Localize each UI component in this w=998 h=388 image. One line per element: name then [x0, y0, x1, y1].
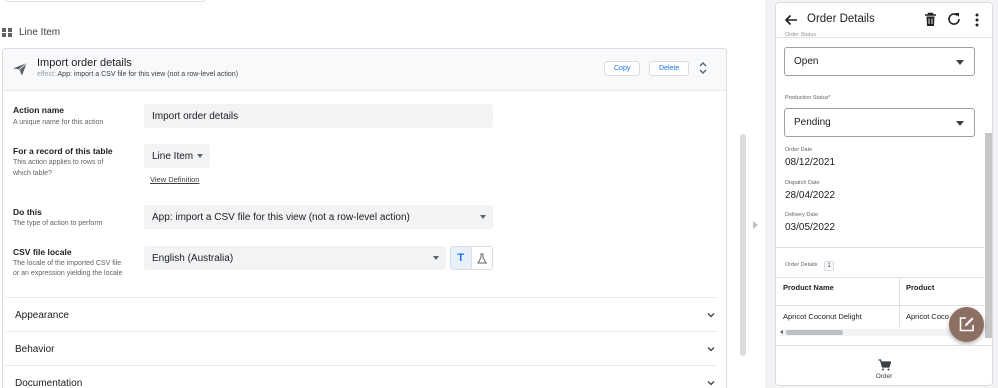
- panel-divider[interactable]: [748, 0, 765, 388]
- text-mode-button[interactable]: T: [451, 247, 472, 269]
- back-arrow-icon[interactable]: [784, 13, 798, 27]
- action-effect: effect: App: import a CSV file for this …: [37, 71, 238, 78]
- caret-down-icon: [956, 121, 964, 126]
- csv-locale-help-2: or an expression yielding the locale: [13, 270, 123, 277]
- effect-text: App: import a CSV file for this view (no…: [57, 71, 239, 78]
- section-divider: [776, 247, 984, 248]
- order-date-label: Order Date: [785, 147, 813, 153]
- column-separator: [899, 278, 900, 327]
- bottom-nav-order-label[interactable]: Order: [776, 373, 992, 380]
- action-editor: Line Item Import order details effect: A…: [0, 0, 748, 388]
- order-status-select[interactable]: Open: [784, 47, 975, 76]
- documentation-section[interactable]: Documentation: [5, 365, 717, 388]
- record-table-label: For a record of this table: [13, 146, 113, 156]
- chevron-down-icon: [707, 313, 715, 318]
- production-status-select[interactable]: Pending: [784, 108, 975, 137]
- delivery-date-value: 03/05/2022: [785, 222, 836, 233]
- production-status-label: Production Status*: [785, 95, 831, 101]
- trash-icon[interactable]: [924, 12, 937, 27]
- effect-label: effect:: [37, 71, 56, 78]
- table-top-divider: [776, 277, 984, 278]
- caret-down-icon: [956, 60, 964, 65]
- preview-scrollbar[interactable]: [985, 133, 992, 338]
- cart-icon[interactable]: [878, 359, 891, 371]
- production-status-value: Pending: [794, 117, 831, 128]
- action-title: Import order details: [37, 57, 132, 69]
- top-card-edge: [4, 0, 206, 2]
- view-definition-link[interactable]: View Definition: [150, 175, 199, 184]
- section-header: Line Item: [2, 27, 60, 38]
- edit-fab-button[interactable]: [949, 307, 984, 342]
- order-status-label: Order Status: [785, 32, 817, 38]
- do-this-help: The type of action to perform: [13, 220, 103, 227]
- caret-down-icon: [197, 154, 203, 158]
- flask-icon: [476, 253, 487, 263]
- expression-mode-button[interactable]: [471, 247, 492, 269]
- do-this-select[interactable]: App: import a CSV file for this view (no…: [144, 205, 493, 229]
- table-scroll-thumb[interactable]: [786, 330, 843, 335]
- action-card: Import order details effect: App: import…: [2, 48, 727, 388]
- scroll-left-icon[interactable]: [780, 330, 783, 334]
- dispatch-date-value: 28/04/2022: [785, 190, 836, 201]
- copy-button[interactable]: Copy: [604, 61, 641, 76]
- order-details-count: 1: [824, 261, 834, 271]
- more-vert-icon[interactable]: [975, 13, 979, 27]
- delete-button[interactable]: Delete: [649, 61, 690, 76]
- app-preview: Order Details Order Status Open Producti…: [775, 2, 993, 386]
- preview-title: Order Details: [807, 13, 875, 25]
- behavior-section[interactable]: Behavior: [5, 331, 717, 365]
- documentation-label: Documentation: [15, 378, 83, 388]
- action-name-help: A unique name for this action: [13, 119, 104, 126]
- chevron-down-icon: [707, 381, 715, 386]
- table-cell[interactable]: Apricot Coco: [906, 312, 949, 321]
- appearance-label: Appearance: [15, 310, 69, 321]
- record-table-help-1: This action applies to rows of: [13, 159, 104, 166]
- caret-down-icon: [480, 215, 486, 219]
- csv-locale-select[interactable]: English (Australia): [144, 246, 446, 270]
- order-status-value: Open: [794, 56, 819, 67]
- record-table-value: Line Item: [152, 150, 194, 162]
- refresh-icon[interactable]: [947, 12, 961, 26]
- bottom-nav: Order: [776, 345, 992, 385]
- editor-scrollbar[interactable]: [740, 134, 746, 356]
- record-table-select[interactable]: Line Item: [144, 144, 210, 168]
- edit-icon: [959, 317, 974, 332]
- csv-locale-label: CSV file locale: [13, 247, 72, 257]
- delivery-date-label: Delivery Date: [785, 212, 819, 218]
- chevron-down-icon: [707, 347, 715, 352]
- appearance-section[interactable]: Appearance: [5, 297, 717, 331]
- action-name-input[interactable]: Import order details: [144, 104, 493, 128]
- behavior-label: Behavior: [15, 344, 55, 355]
- unfold-icon[interactable]: [697, 61, 709, 75]
- order-details-label: Order Details: [785, 262, 818, 268]
- csv-locale-value: English (Australia): [152, 252, 234, 264]
- table-header-divider: [776, 305, 984, 306]
- action-card-header[interactable]: Import order details effect: App: import…: [3, 49, 726, 91]
- dispatch-date-label: Dispatch Date: [785, 180, 820, 186]
- order-date-value: 08/12/2021: [785, 157, 836, 168]
- send-icon: [13, 62, 27, 76]
- table-cell[interactable]: Apricot Coconut Delight: [783, 312, 862, 321]
- do-this-label: Do this: [13, 207, 42, 217]
- collapse-arrow-icon[interactable]: [753, 221, 758, 229]
- section-title: Line Item: [19, 27, 61, 38]
- record-table-help-2: which table?: [13, 170, 52, 177]
- column-header-product-name[interactable]: Product Name: [783, 283, 834, 292]
- grid-icon: [2, 27, 12, 38]
- action-name-label: Action name: [13, 105, 65, 115]
- column-header-product[interactable]: Product: [906, 283, 934, 292]
- do-this-value: App: import a CSV file for this view (no…: [152, 211, 410, 223]
- caret-down-icon: [433, 256, 439, 260]
- value-expression-toggle: T: [450, 246, 493, 270]
